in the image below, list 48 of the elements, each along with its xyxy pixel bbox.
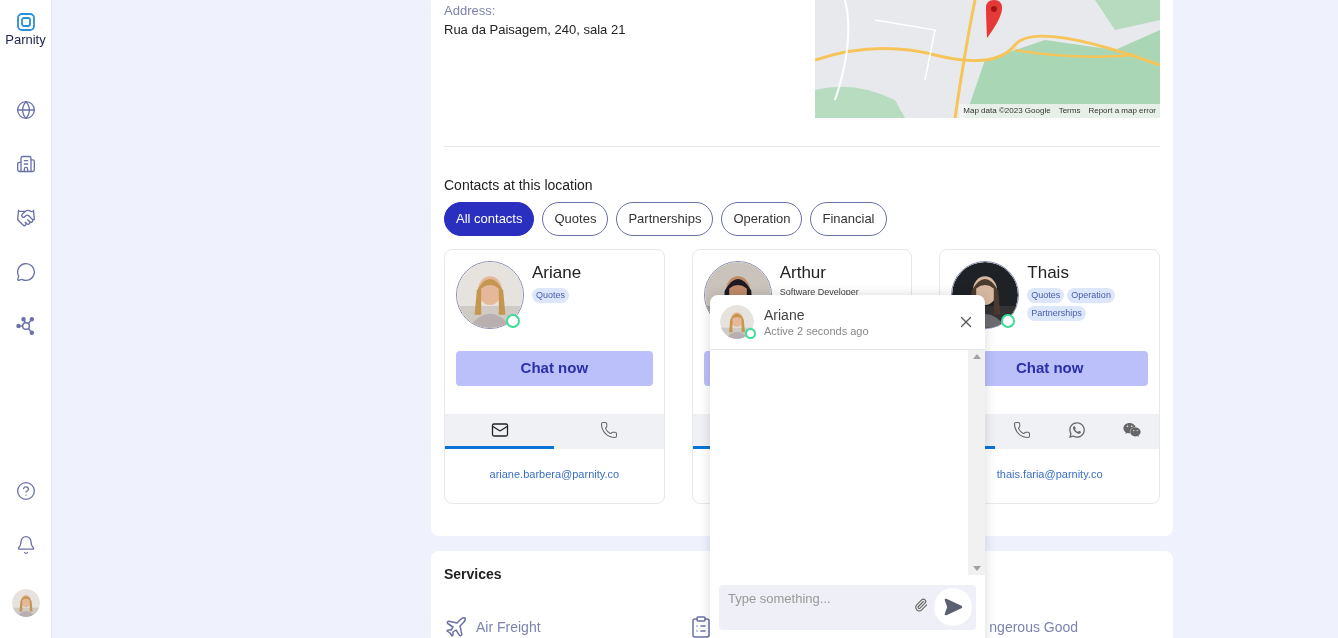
contact-name: Thais — [1027, 262, 1070, 284]
send-button[interactable] — [934, 588, 972, 626]
tag: Operation — [1067, 288, 1115, 303]
chat-icon[interactable] — [15, 262, 36, 282]
help-icon[interactable] — [15, 481, 36, 501]
profile-avatar[interactable] — [11, 589, 40, 617]
tag: Quotes — [532, 288, 570, 303]
handshake-icon[interactable] — [15, 208, 36, 228]
whatsapp-icon — [1068, 421, 1086, 439]
map-attribution: Map data ©2023 Google — [963, 105, 1051, 117]
logo-text: Parnity — [5, 32, 46, 48]
contact-role: Software Developer — [779, 286, 859, 299]
filter-chip[interactable]: All contacts — [444, 202, 535, 236]
mail-icon — [490, 421, 509, 439]
map-link[interactable]: Terms — [1058, 104, 1081, 118]
address-text: Rua da Paisagem, 240, sala 21 — [444, 21, 627, 39]
email-link[interactable]: ariane.barbera@parnity.co — [445, 466, 664, 483]
filter-chip[interactable]: Partnerships — [616, 202, 714, 236]
globe-icon[interactable] — [15, 100, 36, 120]
message-field[interactable]: Type something... — [719, 585, 976, 630]
map-link[interactable]: Report a map error — [1088, 104, 1156, 118]
service-label: ngerous Good — [989, 617, 1079, 637]
chat-status: Active 2 seconds ago — [764, 323, 870, 338]
chat-contact-name: Ariane — [764, 306, 806, 324]
section-heading: Services — [444, 565, 502, 583]
map[interactable]: Map data ©2023 Google Terms Report a map error — [815, 0, 1160, 118]
contact-name: Ariane — [532, 262, 582, 284]
chat-button[interactable]: Chat now — [456, 351, 653, 386]
section-heading: Contacts at this location — [444, 176, 594, 194]
tag: Partnerships — [1027, 306, 1086, 321]
attach-icon[interactable] — [914, 598, 928, 612]
filter-chip[interactable]: Financial — [810, 202, 887, 236]
filter-chip[interactable]: Quotes — [542, 202, 609, 236]
notifications-icon[interactable] — [15, 535, 36, 555]
message-input[interactable]: Type something... — [728, 591, 914, 607]
address-label: Address: — [444, 3, 497, 19]
phone-icon — [1013, 421, 1032, 439]
wechat-icon — [1122, 421, 1141, 439]
building-icon[interactable] — [15, 154, 36, 174]
filter-chip[interactable]: Operation — [721, 202, 803, 236]
service-label: Air Freight — [476, 617, 541, 637]
send-icon — [943, 597, 963, 617]
tag: Quotes — [1027, 288, 1065, 303]
phone-icon — [600, 421, 618, 439]
logo-icon — [15, 12, 36, 32]
network-icon[interactable] — [15, 316, 36, 336]
plane-icon — [444, 615, 468, 638]
contact-name: Arthur — [779, 262, 827, 284]
